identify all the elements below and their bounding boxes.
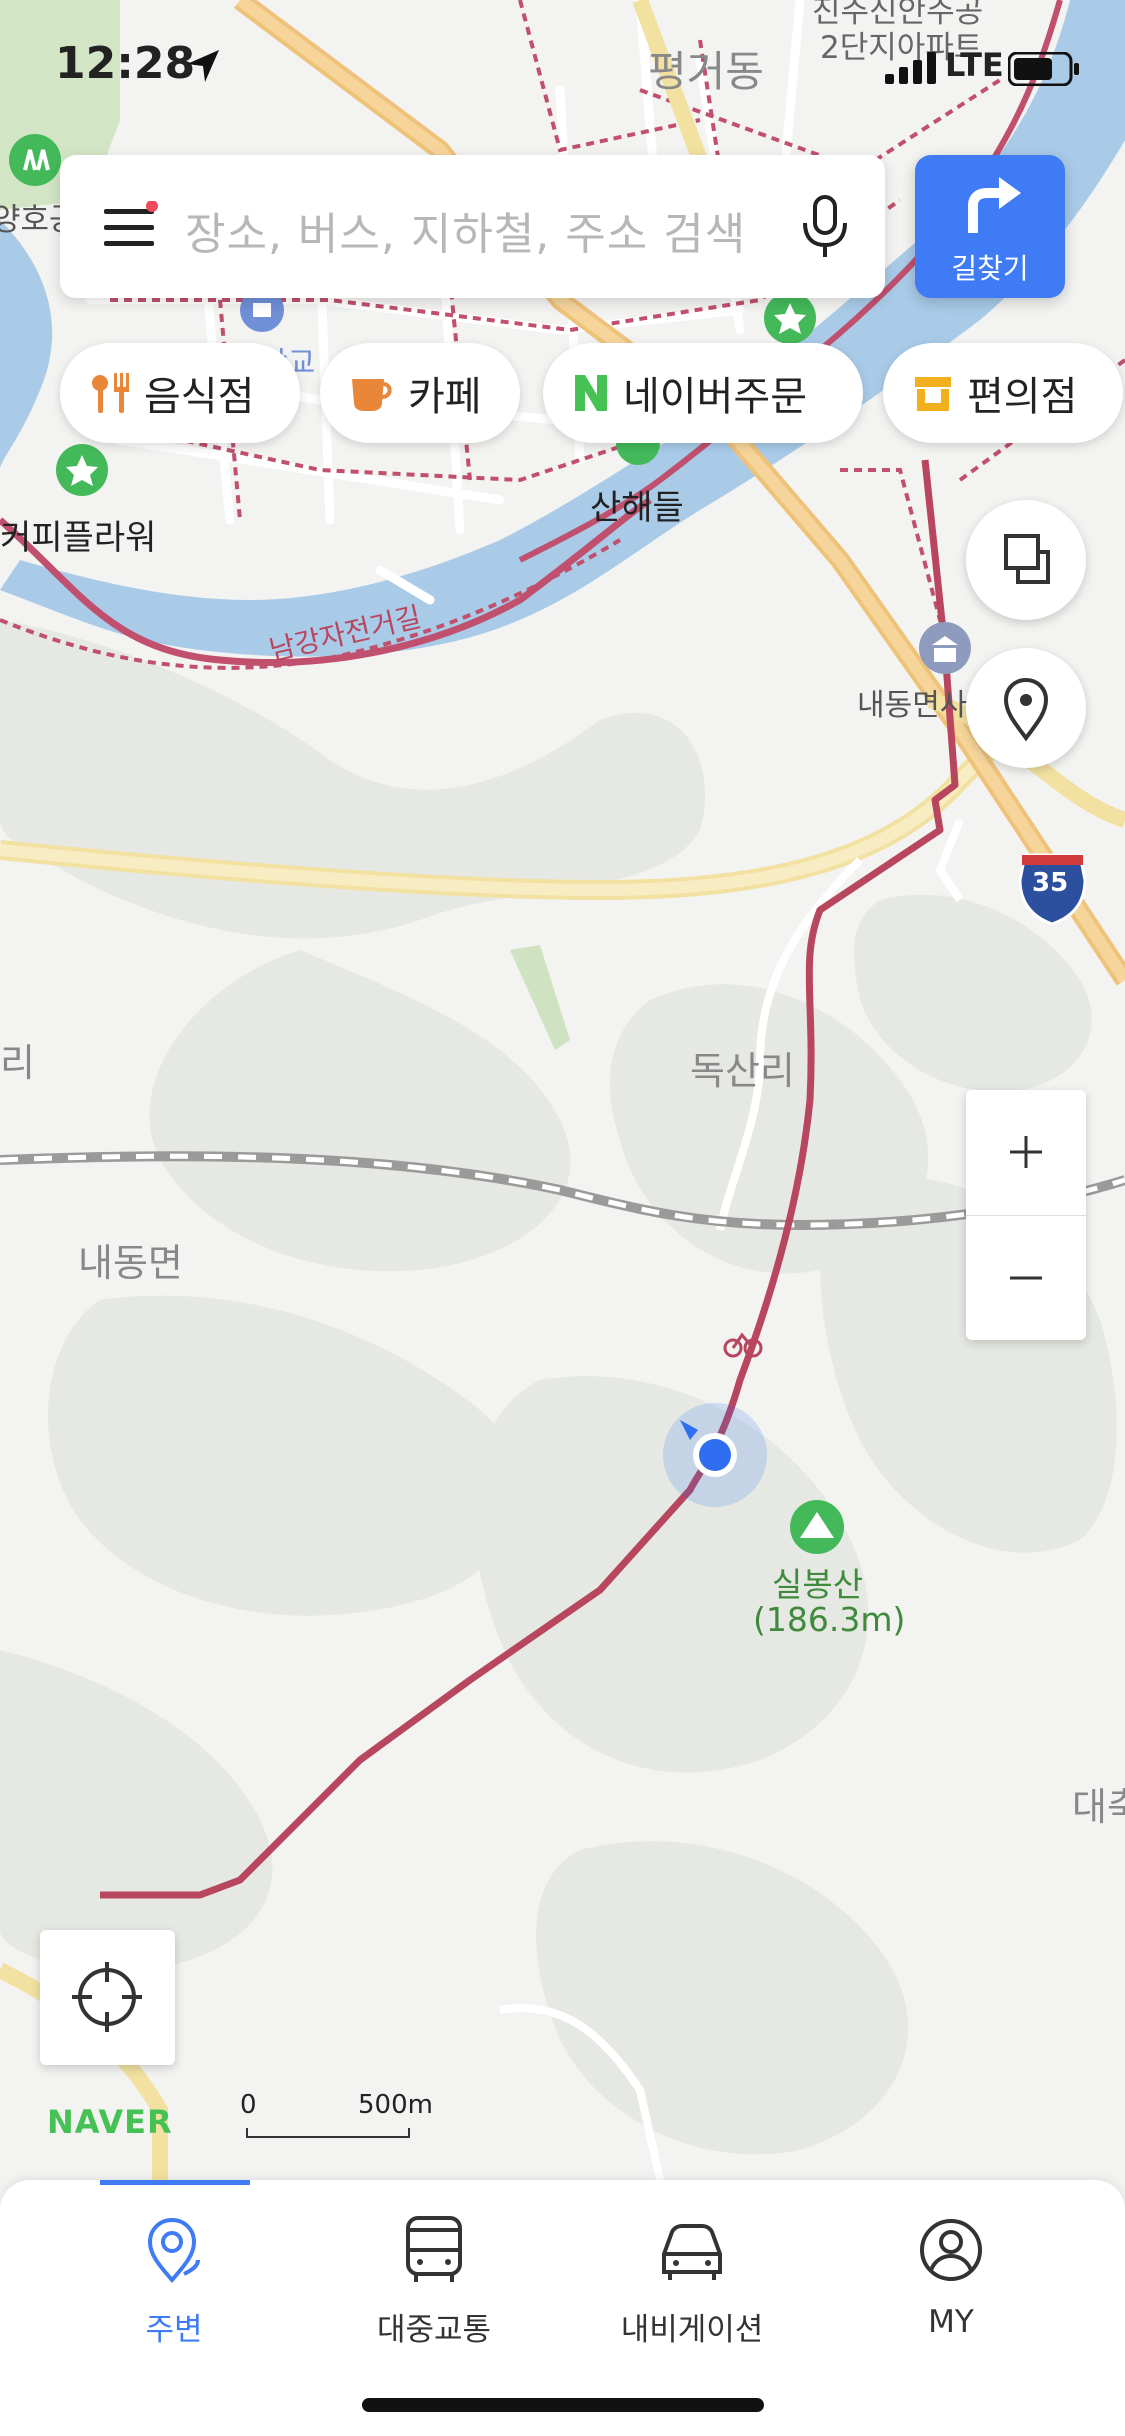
tree-marker-icon (9, 134, 61, 186)
map-label-coffee: 커피플라워 (0, 518, 157, 558)
layers-icon (1004, 534, 1050, 584)
fork-knife-icon (90, 371, 130, 415)
map-label-naedong: 내동면 (78, 1241, 183, 1285)
saved-places-button[interactable] (966, 648, 1086, 768)
location-pin-icon (147, 2217, 200, 2284)
map-label-mountain: 실봉산 (772, 1565, 864, 1604)
microphone-icon[interactable] (795, 193, 855, 263)
chip-cafe[interactable]: 카페 (320, 343, 520, 443)
search-bar[interactable]: 장소, 버스, 지하철, 주소 검색 (60, 155, 885, 298)
chip-label: 음식점 (144, 374, 255, 420)
zoom-out-button[interactable] (966, 1216, 1086, 1340)
chip-convenience-store[interactable]: 편의점 (883, 343, 1123, 443)
home-indicator (362, 2398, 764, 2412)
chip-label: 네이버주문 (623, 374, 807, 420)
location-pin-icon (1003, 677, 1049, 742)
zoom-in-button[interactable] (966, 1090, 1086, 1214)
map-label-naedong-office: 내동면사 (857, 688, 968, 723)
menu-icon[interactable] (102, 201, 158, 251)
search-input[interactable]: 장소, 버스, 지하철, 주소 검색 (185, 198, 746, 262)
tab-nearby[interactable]: 주변 (74, 2210, 274, 2349)
turn-right-arrow-icon (968, 177, 1021, 233)
scale-distance: 500m (358, 2090, 433, 2120)
bus-icon (406, 2216, 462, 2282)
zoom-control (966, 1090, 1086, 1340)
tab-navigation[interactable]: 내비게이션 (592, 2210, 792, 2349)
user-circle-icon (920, 2219, 982, 2281)
chip-restaurant[interactable]: 음식점 (60, 343, 300, 443)
active-tab-indicator (100, 2180, 250, 2185)
map-label-mountain-height: (186.3m) (753, 1600, 906, 1639)
scale-bar (246, 2128, 410, 2138)
battery-icon (1008, 52, 1079, 86)
tab-my[interactable]: MY (851, 2210, 1051, 2340)
map-label-doksan: 독산리 (690, 1049, 795, 1093)
tab-label: 대중교통 (376, 2312, 492, 2348)
map-label-edge-right: 대축 (1072, 1785, 1125, 1829)
map-scale: 0 500m (240, 2090, 440, 2140)
cellular-signal-icon (885, 52, 936, 84)
chip-label: 카페 (408, 374, 482, 420)
location-arrow-icon (187, 50, 219, 82)
mountain-marker-icon (790, 1500, 844, 1554)
current-location-marker (663, 1403, 767, 1507)
map-layers-button[interactable] (966, 500, 1086, 620)
status-bar: 12:28 LTE (0, 0, 1125, 130)
naver-n-icon (573, 373, 609, 413)
minus-icon (1010, 1276, 1042, 1280)
chip-label: 편의점 (967, 374, 1078, 420)
directions-label: 길찾기 (951, 252, 1029, 285)
coffee-cup-icon (350, 373, 394, 413)
naver-logo: NAVER (47, 2103, 173, 2141)
tab-label: MY (928, 2304, 974, 2340)
map-label-sanhae: 산해들 (590, 488, 684, 528)
highway-number: 35 (1032, 868, 1069, 898)
tab-label: 내비게이션 (620, 2312, 764, 2348)
crosshair-icon (72, 1962, 142, 2032)
scale-zero: 0 (240, 2090, 257, 2120)
status-time: 12:28 (55, 38, 196, 89)
tab-public-transit[interactable]: 대중교통 (334, 2210, 534, 2349)
network-type: LTE (945, 46, 1004, 84)
current-location-button[interactable] (40, 1930, 175, 2065)
plus-icon (1010, 1136, 1042, 1168)
map-label-edge-left: 리 (0, 1041, 35, 1085)
directions-button[interactable]: 길찾기 (915, 155, 1065, 298)
green-star-marker-icon (56, 444, 108, 496)
tab-label: 주변 (145, 2312, 203, 2348)
car-icon (662, 2224, 722, 2280)
store-icon (913, 373, 953, 413)
map-canvas[interactable] (0, 0, 1125, 2180)
chip-naver-order[interactable]: 네이버주문 (543, 343, 863, 443)
government-office-icon (919, 622, 971, 674)
green-star-marker-icon (764, 292, 816, 344)
